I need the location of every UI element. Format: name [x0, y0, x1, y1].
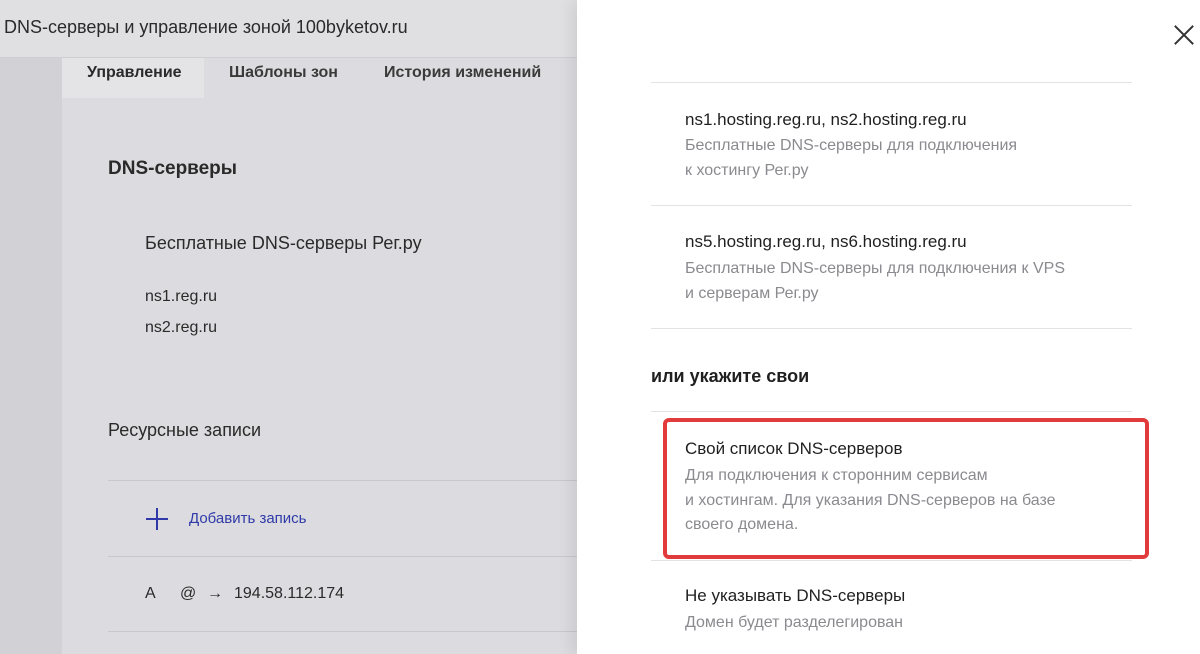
resource-records-heading: Ресурсные записи [108, 420, 262, 440]
option-title: ns5.hosting.reg.ru, ns6.hosting.reg.ru [685, 232, 967, 251]
option-description: Домен будет разделегирован [685, 614, 904, 631]
left-rail [0, 58, 62, 654]
divider [108, 556, 577, 557]
divider [108, 631, 577, 632]
dns-server-item: ns1.reg.ru [145, 288, 218, 305]
option-description: Бесплатные DNS-серверы для подключения [685, 137, 1018, 154]
close-icon[interactable] [1173, 24, 1195, 46]
tab-management[interactable]: Управление [62, 58, 204, 98]
tab-zone-templates[interactable]: Шаблоны зон [229, 58, 338, 98]
tab-bar: Управление Шаблоны зон История изменений [62, 58, 577, 98]
option-hosting-ns1-ns2[interactable]: ns1.hosting.reg.ru, ns2.hosting.reg.ru Б… [651, 83, 1132, 205]
option-description: Бесплатные DNS-серверы для подключения к… [685, 260, 1065, 277]
background-page: DNS-серверы и управление зоной 100byketo… [0, 0, 577, 654]
dns-server-item: ns2.reg.ru [145, 319, 218, 336]
record-value: 194.58.112.174 [234, 585, 345, 602]
highlight-frame [663, 418, 1149, 559]
custom-section-heading: или укажите свои [651, 366, 810, 386]
option-description: и серверам Рег.ру [685, 285, 819, 302]
add-record-button[interactable]: Добавить запись [189, 510, 307, 527]
top-bar: DNS-серверы и управление зоной 100byketo… [0, 0, 577, 58]
arrow-right-icon: → [207, 585, 223, 602]
option-title: ns1.hosting.reg.ru, ns2.hosting.reg.ru [685, 110, 967, 129]
content-area [62, 58, 577, 654]
dns-servers-heading: DNS-серверы [108, 158, 238, 179]
tab-change-history[interactable]: История изменений [384, 58, 541, 98]
option-description: к хостингу Рег.ру [685, 162, 809, 179]
record-host: @ [180, 585, 197, 602]
divider [651, 328, 1132, 329]
option-title: Не указывать DNS-серверы [685, 586, 906, 605]
plus-icon[interactable] [146, 508, 168, 530]
option-no-dns[interactable]: Не указывать DNS-серверы Домен будет раз… [651, 561, 1132, 654]
record-type: A [145, 585, 156, 602]
option-hosting-ns5-ns6[interactable]: ns5.hosting.reg.ru, ns6.hosting.reg.ru Б… [651, 206, 1132, 328]
divider [108, 480, 577, 481]
dns-servers-subheading: Бесплатные DNS-серверы Рег.ру [145, 233, 422, 253]
page-title: DNS-серверы и управление зоной 100byketo… [4, 17, 408, 37]
